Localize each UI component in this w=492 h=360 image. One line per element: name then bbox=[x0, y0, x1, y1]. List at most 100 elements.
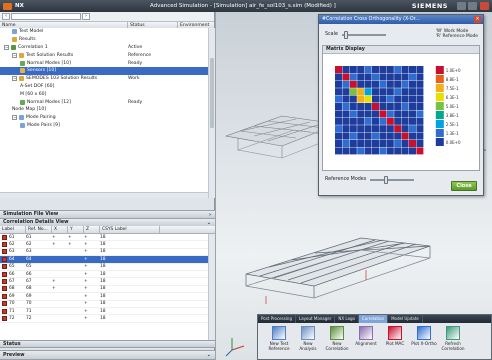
scrollbar-thumb[interactable] bbox=[210, 58, 214, 128]
column-label[interactable]: Label bbox=[0, 226, 26, 233]
matrix-cell[interactable] bbox=[416, 117, 424, 125]
matrix-cell[interactable] bbox=[372, 88, 379, 96]
matrix-cell[interactable] bbox=[342, 88, 350, 96]
matrix-cell[interactable] bbox=[394, 140, 402, 147]
refresh-button[interactable]: Refresh Correlation bbox=[440, 326, 466, 352]
matrix-cell[interactable] bbox=[401, 140, 409, 147]
status-header[interactable]: Status bbox=[0, 340, 215, 348]
matrix-cell[interactable] bbox=[401, 88, 409, 96]
table-row[interactable]: 71 71 +18 bbox=[0, 308, 215, 316]
matrix-cell[interactable] bbox=[372, 73, 379, 81]
matrix-cell[interactable] bbox=[342, 103, 350, 110]
table-scrollbar[interactable] bbox=[208, 234, 215, 340]
matrix-cell[interactable] bbox=[364, 73, 372, 81]
matrix-cell[interactable] bbox=[416, 103, 424, 110]
matrix-cell[interactable] bbox=[379, 110, 387, 118]
tree-row[interactable]: Sensors [10] bbox=[0, 66, 215, 75]
matrix-cell[interactable] bbox=[335, 103, 342, 110]
matrix-cell[interactable] bbox=[335, 132, 342, 140]
dialog-close-icon[interactable]: × bbox=[474, 16, 481, 23]
matrix-cell[interactable] bbox=[394, 66, 402, 73]
matrix-cell[interactable] bbox=[372, 110, 379, 118]
matrix-cell[interactable] bbox=[379, 140, 387, 147]
matrix-cell[interactable] bbox=[335, 95, 342, 103]
row-checkbox[interactable] bbox=[2, 315, 7, 321]
matrix-cell[interactable] bbox=[379, 117, 387, 125]
column-z[interactable]: Z bbox=[84, 226, 100, 233]
expand-toggle-icon[interactable]: − bbox=[4, 44, 9, 50]
matrix-cell[interactable] bbox=[364, 103, 372, 110]
scale-slider[interactable] bbox=[341, 30, 386, 39]
row-checkbox[interactable] bbox=[2, 271, 7, 277]
plot-mac-button[interactable]: Plot MAC bbox=[382, 326, 408, 352]
matrix-cell[interactable] bbox=[394, 117, 402, 125]
matrix-cell[interactable] bbox=[379, 88, 387, 96]
matrix-cell[interactable] bbox=[364, 132, 372, 140]
matrix-cell[interactable] bbox=[394, 110, 402, 118]
matrix-cell[interactable] bbox=[349, 117, 357, 125]
preview-header[interactable]: Preview ⌄ bbox=[0, 350, 215, 360]
tree-row[interactable]: Test Model bbox=[0, 28, 215, 36]
tree-row[interactable]: Results bbox=[0, 36, 215, 44]
matrix-cell[interactable] bbox=[409, 125, 416, 133]
tree-row[interactable]: A-Set DOF [60] bbox=[0, 83, 215, 91]
matrix-cell[interactable] bbox=[349, 110, 357, 118]
matrix-cell[interactable] bbox=[401, 80, 409, 88]
matrix-cell[interactable] bbox=[401, 117, 409, 125]
matrix-cell[interactable] bbox=[401, 73, 409, 81]
row-checkbox[interactable] bbox=[2, 256, 7, 262]
matrix-cell[interactable] bbox=[401, 147, 409, 155]
matrix-cell[interactable] bbox=[394, 80, 402, 88]
matrix-cell[interactable] bbox=[401, 66, 409, 73]
row-checkbox[interactable] bbox=[2, 249, 7, 255]
matrix-cell[interactable] bbox=[357, 80, 365, 88]
matrix-cell[interactable] bbox=[394, 147, 402, 155]
matrix-cell[interactable] bbox=[409, 80, 416, 88]
row-checkbox[interactable] bbox=[2, 279, 7, 285]
matrix-cell[interactable] bbox=[379, 147, 387, 155]
matrix-cell[interactable] bbox=[394, 132, 402, 140]
matrix-cell[interactable] bbox=[364, 140, 372, 147]
row-checkbox[interactable] bbox=[2, 286, 7, 292]
matrix-cell[interactable] bbox=[416, 110, 424, 118]
row-checkbox[interactable] bbox=[2, 264, 7, 270]
slider-knob[interactable] bbox=[343, 30, 348, 39]
matrix-cell[interactable] bbox=[342, 73, 350, 81]
matrix-cell[interactable] bbox=[379, 103, 387, 110]
matrix-cell[interactable] bbox=[409, 140, 416, 147]
tree-row[interactable]: − Mode Pairing bbox=[0, 114, 215, 122]
matrix-cell[interactable] bbox=[364, 117, 372, 125]
matrix-cell[interactable] bbox=[379, 73, 387, 81]
matrix-cell[interactable] bbox=[349, 140, 357, 147]
ribbon-tab[interactable]: Post Processing bbox=[258, 315, 296, 323]
matrix-cell[interactable] bbox=[335, 147, 342, 155]
matrix-cell[interactable] bbox=[357, 66, 365, 73]
matrix-cell[interactable] bbox=[379, 80, 387, 88]
matrix-cell[interactable] bbox=[349, 66, 357, 73]
matrix-cell[interactable] bbox=[342, 110, 350, 118]
matrix-cell[interactable] bbox=[342, 117, 350, 125]
tree-row[interactable]: M [60 x 60] bbox=[0, 90, 215, 98]
matrix-cell[interactable] bbox=[364, 88, 372, 96]
matrix-cell[interactable] bbox=[349, 103, 357, 110]
tree-row[interactable]: Normal Modes [12] Ready bbox=[0, 98, 215, 106]
matrix-cell[interactable] bbox=[386, 147, 394, 155]
matrix-cell[interactable] bbox=[416, 140, 424, 147]
matrix-cell[interactable] bbox=[364, 125, 372, 133]
matrix-cell[interactable] bbox=[394, 73, 402, 81]
matrix-cell[interactable] bbox=[357, 140, 365, 147]
matrix-cell[interactable] bbox=[357, 147, 365, 155]
expand-toggle-icon[interactable]: − bbox=[12, 76, 17, 82]
matrix-cell[interactable] bbox=[409, 103, 416, 110]
chevron-down-icon[interactable]: ⌄ bbox=[207, 352, 211, 358]
row-checkbox[interactable] bbox=[2, 293, 7, 299]
row-checkbox[interactable] bbox=[2, 301, 7, 307]
tree-row[interactable]: − Test Solution Results Reference bbox=[0, 51, 215, 59]
matrix-cell[interactable] bbox=[342, 147, 350, 155]
matrix-cell[interactable] bbox=[357, 95, 365, 103]
matrix-cell[interactable] bbox=[372, 140, 379, 147]
ribbon-tab[interactable]: Model Update bbox=[388, 315, 423, 323]
matrix-cell[interactable] bbox=[394, 95, 402, 103]
tree-scrollbar[interactable] bbox=[208, 28, 215, 198]
table-row[interactable]: 67 67 + +18 bbox=[0, 278, 215, 286]
